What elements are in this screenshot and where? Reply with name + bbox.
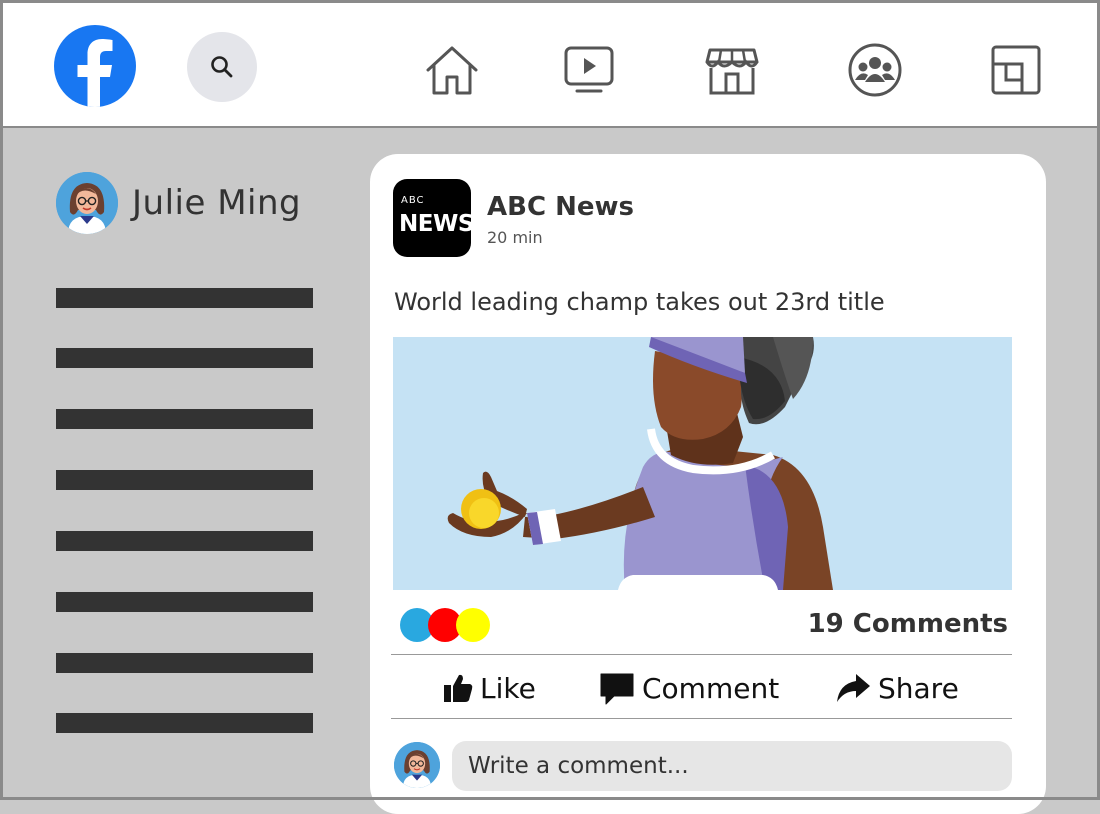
comments-count[interactable]: 19 Comments — [808, 609, 1008, 639]
divider — [391, 718, 1012, 719]
nav-home[interactable] — [422, 40, 482, 100]
thumbs-up-icon — [444, 674, 473, 702]
logo-small-text: ABC — [401, 195, 425, 206]
comment-bubble-icon — [600, 673, 634, 705]
avatar — [56, 172, 118, 234]
post-card: ABC NEWS ABC News 20 min World leading c… — [370, 154, 1046, 814]
search-button[interactable] — [187, 32, 257, 102]
reaction-summary[interactable] — [400, 608, 495, 644]
share-button[interactable]: Share — [834, 664, 959, 712]
profile-name: Julie Ming — [132, 183, 302, 223]
nav-marketplace[interactable] — [702, 40, 762, 100]
comment-label: Comment — [642, 671, 780, 705]
abc-news-logo[interactable]: ABC NEWS — [393, 179, 471, 257]
reaction-yellow-icon — [456, 608, 490, 642]
post-text: World leading champ takes out 23rd title — [394, 288, 885, 316]
post-timestamp[interactable]: 20 min — [487, 228, 543, 247]
logo-text: NEWS — [399, 211, 471, 237]
facebook-logo-icon[interactable] — [54, 25, 136, 107]
home-icon — [426, 46, 478, 95]
comment-input[interactable] — [452, 741, 1012, 791]
post-image[interactable] — [393, 337, 1012, 590]
nav-groups[interactable] — [845, 40, 905, 100]
sidebar-menu-item[interactable] — [56, 653, 313, 673]
video-icon — [564, 46, 614, 93]
nav-watch[interactable] — [559, 40, 619, 100]
commenter-avatar — [394, 742, 440, 788]
like-label: Like — [480, 671, 536, 705]
gaming-icon — [991, 45, 1041, 95]
sidebar-menu-item[interactable] — [56, 713, 313, 733]
groups-icon — [848, 43, 902, 97]
sidebar-menu-item[interactable] — [56, 470, 313, 490]
share-label: Share — [878, 671, 959, 705]
sidebar-menu-item[interactable] — [56, 348, 313, 368]
sidebar-menu-item[interactable] — [56, 288, 313, 308]
sidebar-menu-item[interactable] — [56, 531, 313, 551]
sidebar-menu-item[interactable] — [56, 409, 313, 429]
share-arrow-icon — [837, 674, 870, 702]
sidebar-menu-item[interactable] — [56, 592, 313, 612]
search-icon — [211, 56, 233, 78]
page-name[interactable]: ABC News — [487, 192, 634, 222]
top-navigation-bar — [0, 0, 1100, 128]
nav-gaming[interactable] — [986, 40, 1046, 100]
divider — [391, 654, 1012, 655]
comment-button[interactable]: Comment — [598, 664, 779, 712]
like-button[interactable]: Like — [442, 664, 536, 712]
store-icon — [705, 48, 759, 95]
profile-link[interactable]: Julie Ming — [56, 172, 301, 234]
